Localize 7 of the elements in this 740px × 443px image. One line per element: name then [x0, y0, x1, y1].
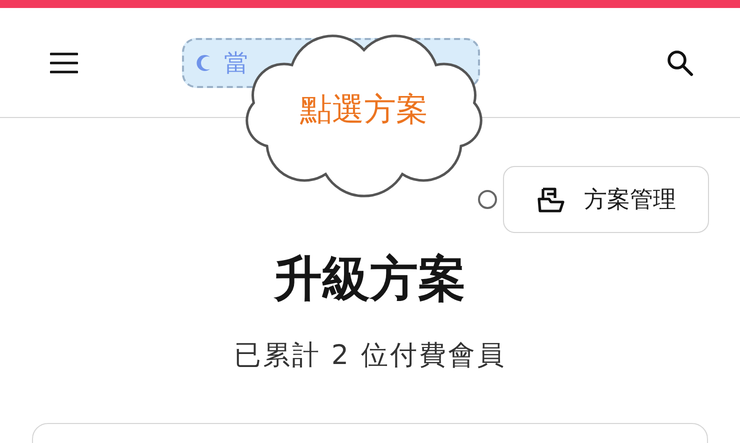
badge-text: 當	[224, 48, 248, 78]
member-count-text: 已累計 2 位付費會員	[232, 339, 508, 373]
plan-management-button[interactable]: 方案管理	[503, 166, 709, 233]
callout-text: 點選方案	[300, 89, 428, 130]
folder-icon	[536, 186, 566, 214]
page-title: 升級方案	[272, 250, 467, 309]
callout-tail-dot	[478, 190, 497, 209]
